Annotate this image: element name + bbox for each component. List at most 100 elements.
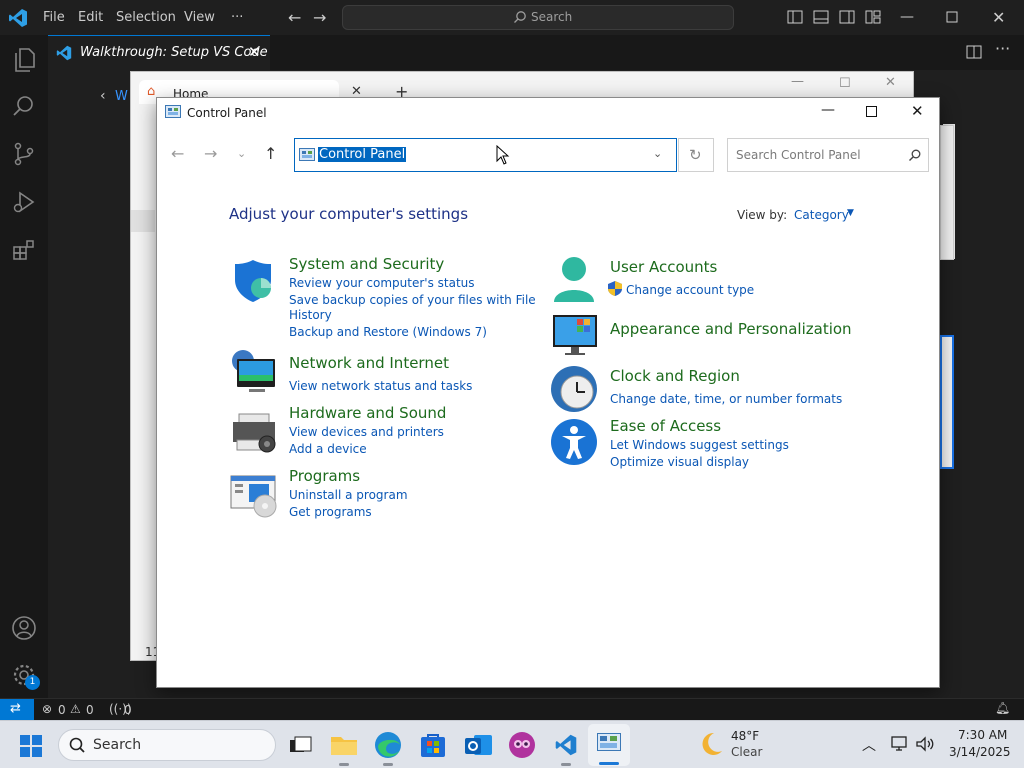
link-uninstall-program[interactable]: Uninstall a program bbox=[289, 487, 408, 503]
view-by-caret-icon[interactable]: ▼ bbox=[847, 208, 854, 218]
cp-address-dropdown-icon[interactable]: ⌄ bbox=[653, 147, 662, 160]
remote-indicator[interactable]: ⇄ bbox=[0, 699, 34, 720]
show-hidden-icons-chevron-icon[interactable]: ︿ bbox=[862, 735, 876, 755]
tab-walkthrough[interactable]: Walkthrough: Setup VS Code ✕ bbox=[48, 35, 270, 70]
warnings-icon[interactable]: ⚠ bbox=[70, 702, 81, 716]
system-security-shield-icon[interactable] bbox=[231, 258, 277, 304]
tab-close-icon[interactable]: ✕ bbox=[248, 43, 261, 61]
minimize-icon[interactable]: — bbox=[900, 9, 914, 25]
taskbar-search[interactable]: Search bbox=[58, 729, 276, 761]
cp-forward-icon[interactable]: → bbox=[204, 144, 217, 163]
close-icon[interactable]: ✕ bbox=[992, 8, 1005, 27]
outlook-icon[interactable] bbox=[462, 729, 494, 761]
more-actions-icon[interactable]: ··· bbox=[995, 39, 1010, 58]
cp-address-bar[interactable]: Control Panel ⌄ bbox=[294, 138, 677, 172]
category-ease-of-access[interactable]: Ease of Access bbox=[610, 417, 721, 435]
link-network-status[interactable]: View network status and tasks bbox=[289, 378, 472, 394]
ports-count[interactable]: 0 bbox=[124, 703, 132, 717]
toggle-panel-icon[interactable] bbox=[813, 10, 829, 24]
cp-up-icon[interactable]: ↑ bbox=[264, 144, 277, 163]
menu-more[interactable]: ··· bbox=[231, 0, 243, 35]
maximize-icon[interactable] bbox=[946, 11, 958, 23]
walkthrough-back-label[interactable]: W bbox=[115, 89, 128, 104]
appearance-personalization-icon[interactable] bbox=[551, 313, 599, 357]
category-system-security[interactable]: System and Security bbox=[289, 255, 444, 273]
weather-moon-icon[interactable] bbox=[700, 731, 724, 757]
cp-address-icon bbox=[299, 148, 315, 162]
split-editor-icon[interactable] bbox=[966, 44, 982, 60]
browser-maximize-icon[interactable]: ☐ bbox=[839, 76, 851, 91]
category-user-accounts[interactable]: User Accounts bbox=[610, 258, 717, 276]
vscode-taskbar-icon[interactable] bbox=[550, 729, 582, 766]
link-get-programs[interactable]: Get programs bbox=[289, 504, 372, 520]
programs-icon[interactable] bbox=[229, 472, 279, 518]
weather-description[interactable]: Clear bbox=[731, 745, 762, 759]
link-add-device[interactable]: Add a device bbox=[289, 441, 367, 457]
explorer-icon[interactable] bbox=[12, 47, 36, 73]
cp-recent-dropdown-icon[interactable]: ⌄ bbox=[237, 147, 246, 160]
extensions-icon[interactable] bbox=[12, 238, 36, 262]
cp-maximize-icon[interactable] bbox=[866, 106, 877, 117]
search-view-icon[interactable] bbox=[12, 94, 36, 118]
view-by-dropdown[interactable]: Category bbox=[794, 208, 849, 222]
link-backup-restore[interactable]: Backup and Restore (Windows 7) bbox=[289, 324, 487, 340]
edge-browser-icon[interactable] bbox=[372, 729, 404, 766]
link-change-account-type[interactable]: Change account type bbox=[626, 282, 754, 298]
link-save-backup-history[interactable]: History bbox=[289, 307, 332, 323]
link-change-date-time[interactable]: Change date, time, or number formats bbox=[610, 391, 842, 407]
menu-selection[interactable]: Selection bbox=[116, 0, 176, 35]
link-save-backup[interactable]: Save backup copies of your files with Fi… bbox=[289, 292, 536, 308]
back-arrow-icon[interactable]: ← bbox=[288, 0, 301, 35]
menu-file[interactable]: File bbox=[43, 0, 65, 35]
category-programs[interactable]: Programs bbox=[289, 467, 360, 485]
cp-address-text[interactable]: Control Panel bbox=[318, 147, 407, 162]
browser-minimize-icon[interactable]: — bbox=[791, 74, 804, 89]
cp-search-box[interactable]: Search Control Panel bbox=[727, 138, 929, 172]
category-clock-region[interactable]: Clock and Region bbox=[610, 367, 740, 385]
notifications-bell-icon[interactable]: 🔔︎ bbox=[995, 701, 1010, 715]
forward-arrow-icon[interactable]: → bbox=[313, 0, 326, 35]
link-review-status[interactable]: Review your computer's status bbox=[289, 275, 475, 291]
toggle-primary-sidebar-icon[interactable] bbox=[787, 10, 803, 24]
walkthrough-back-icon[interactable]: ‹ bbox=[100, 88, 106, 104]
cp-refresh-button[interactable]: ↻ bbox=[678, 138, 714, 172]
command-center[interactable]: Search bbox=[342, 5, 734, 30]
accounts-icon[interactable] bbox=[11, 615, 37, 641]
menu-view[interactable]: View bbox=[184, 0, 215, 35]
source-control-icon[interactable] bbox=[12, 142, 36, 166]
network-icon[interactable] bbox=[891, 736, 909, 752]
task-view-icon[interactable] bbox=[285, 729, 317, 761]
vscode-logo-icon[interactable] bbox=[8, 8, 28, 28]
weather-temperature[interactable]: 48°F bbox=[731, 729, 759, 743]
ease-of-access-icon[interactable] bbox=[550, 418, 598, 466]
link-windows-suggest[interactable]: Let Windows suggest settings bbox=[610, 437, 789, 453]
start-windows-icon[interactable] bbox=[20, 735, 42, 757]
clock-region-icon[interactable] bbox=[549, 364, 599, 414]
link-optimize-display[interactable]: Optimize visual display bbox=[610, 454, 749, 470]
customize-layout-icon[interactable] bbox=[865, 10, 881, 24]
clock-time[interactable]: 7:30 AM bbox=[958, 728, 1007, 742]
copilot-app-icon[interactable] bbox=[506, 729, 538, 761]
warnings-count[interactable]: 0 bbox=[86, 703, 94, 717]
category-appearance[interactable]: Appearance and Personalization bbox=[610, 320, 852, 338]
category-hardware-sound[interactable]: Hardware and Sound bbox=[289, 404, 446, 422]
hardware-sound-printer-icon[interactable] bbox=[231, 410, 279, 456]
cp-minimize-icon[interactable]: — bbox=[821, 102, 835, 118]
microsoft-store-icon[interactable] bbox=[417, 729, 449, 761]
toggle-secondary-sidebar-icon[interactable] bbox=[839, 10, 855, 24]
file-explorer-icon[interactable] bbox=[328, 729, 360, 766]
cp-back-icon[interactable]: ← bbox=[171, 144, 184, 163]
menu-edit[interactable]: Edit bbox=[78, 0, 103, 35]
volume-icon[interactable] bbox=[915, 736, 935, 752]
errors-count[interactable]: 0 bbox=[58, 703, 66, 717]
browser-close-icon[interactable]: ✕ bbox=[885, 75, 896, 90]
run-debug-icon[interactable] bbox=[12, 190, 36, 214]
network-internet-icon[interactable] bbox=[229, 349, 277, 397]
clock-date[interactable]: 3/14/2025 bbox=[949, 745, 1011, 759]
control-panel-taskbar-button[interactable] bbox=[588, 724, 630, 766]
link-devices-printers[interactable]: View devices and printers bbox=[289, 424, 444, 440]
errors-icon[interactable]: ⊗ bbox=[42, 702, 52, 716]
cp-close-icon[interactable]: ✕ bbox=[911, 102, 924, 120]
category-network-internet[interactable]: Network and Internet bbox=[289, 354, 449, 372]
user-accounts-icon[interactable] bbox=[551, 256, 597, 306]
